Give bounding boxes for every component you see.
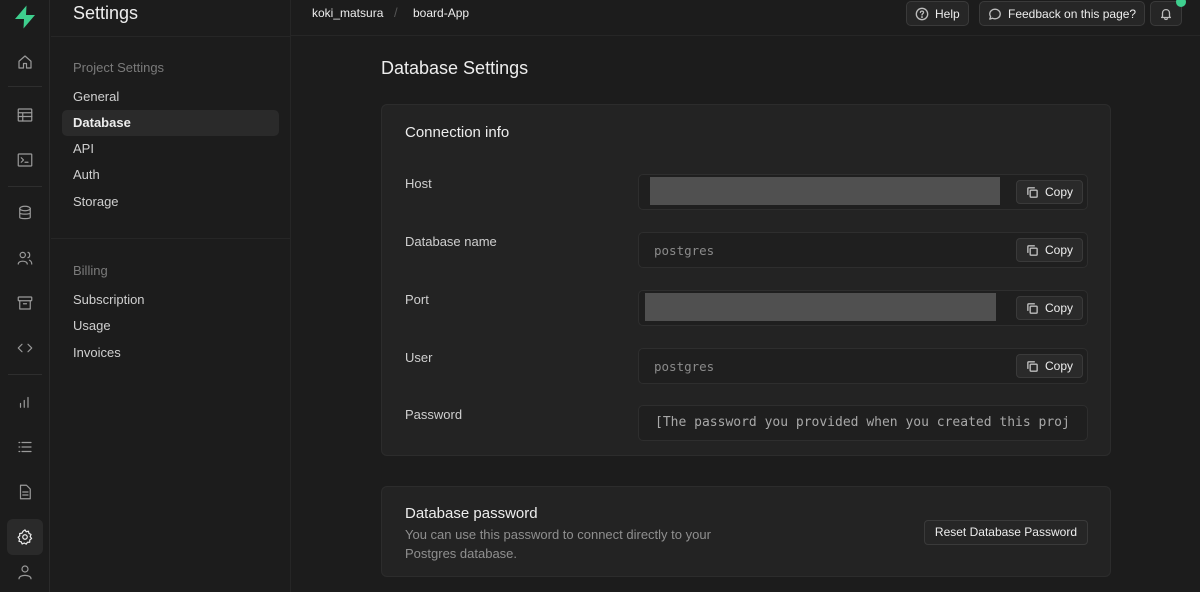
port-copy-button[interactable]: Copy (1015, 296, 1083, 320)
host-copy-button[interactable]: Copy (1015, 180, 1083, 204)
breadcrumb-separator: / (394, 5, 398, 20)
sidebar-item-subscription[interactable]: Subscription (62, 287, 279, 313)
home-icon[interactable] (7, 44, 43, 80)
copy-label: Copy (1044, 301, 1073, 315)
help-icon (915, 7, 929, 20)
copy-icon (1027, 302, 1038, 314)
copy-label: Copy (1044, 243, 1073, 257)
port-field[interactable]: Copy (638, 290, 1088, 326)
user-value: postgres (654, 359, 715, 374)
reset-database-password-button[interactable]: Reset Database Password (923, 520, 1088, 545)
sidebar-group-divider (51, 238, 291, 239)
top-bar: koki_matsura / board-App Help Feedback o… (291, 0, 1200, 36)
sidebar-item-invoices[interactable]: Invoices (62, 340, 279, 366)
notifications-button[interactable] (1150, 0, 1186, 26)
group-label-project-settings: Project Settings (73, 60, 165, 75)
password-label: Password (405, 407, 463, 422)
sidebar-title-divider (51, 36, 291, 37)
icon-rail (0, 0, 50, 592)
sidebar-item-auth[interactable]: Auth (62, 162, 279, 188)
database-name-field[interactable]: postgres Copy (638, 232, 1088, 268)
database-password-title: Database password (405, 505, 538, 522)
user-copy-button[interactable]: Copy (1015, 354, 1083, 378)
settings-icon[interactable] (7, 519, 43, 555)
page-title: Database Settings (381, 58, 529, 78)
password-value: [The password you provided when you crea… (655, 415, 1070, 430)
database-icon[interactable] (7, 195, 43, 231)
users-icon[interactable] (7, 240, 43, 276)
database-name-label: Database name (405, 234, 497, 249)
copy-label: Copy (1044, 359, 1073, 373)
database-name-copy-button[interactable]: Copy (1015, 238, 1083, 262)
database-password-description: You can use this password to connect dir… (405, 527, 711, 561)
database-password-card: Database password You can use this passw… (381, 486, 1111, 577)
user-label: User (405, 350, 433, 365)
host-field[interactable]: Copy (638, 174, 1088, 210)
rail-divider (8, 86, 42, 87)
table-editor-icon[interactable] (7, 97, 43, 133)
sql-editor-icon[interactable] (7, 142, 43, 178)
logs-icon[interactable] (7, 429, 43, 465)
connection-info-title: Connection info (405, 124, 510, 141)
sidebar-item-api[interactable]: API (62, 136, 279, 162)
copy-icon (1027, 360, 1038, 372)
reports-icon[interactable] (7, 384, 43, 420)
host-value-redacted (650, 177, 1000, 205)
sidebar-item-usage[interactable]: Usage (62, 313, 279, 339)
breadcrumb-org[interactable]: koki_matsura (312, 6, 383, 20)
port-value-redacted (645, 293, 996, 321)
chat-bubble-icon (989, 8, 1001, 20)
user-field[interactable]: postgres Copy (638, 348, 1088, 384)
bell-icon (1160, 8, 1172, 20)
storage-icon[interactable] (7, 285, 43, 321)
sidebar-title: Settings (73, 3, 139, 23)
api-code-icon[interactable] (7, 330, 43, 366)
docs-icon[interactable] (7, 474, 43, 510)
database-name-value: postgres (654, 243, 715, 258)
help-button[interactable]: Help (906, 1, 969, 26)
host-label: Host (405, 176, 432, 191)
sidebar-item-storage[interactable]: Storage (62, 189, 279, 215)
settings-sidebar: Settings Project Settings General Databa… (51, 0, 291, 592)
account-icon[interactable] (7, 554, 43, 590)
supabase-bolt-icon[interactable] (12, 4, 38, 30)
password-field[interactable]: [The password you provided when you crea… (638, 405, 1088, 441)
rail-divider (8, 374, 42, 375)
rail-divider (8, 186, 42, 187)
sidebar-item-general[interactable]: General (62, 84, 279, 110)
copy-icon (1027, 244, 1038, 256)
copy-label: Copy (1044, 185, 1073, 199)
breadcrumb-project[interactable]: board-App (413, 6, 469, 20)
notification-dot (1176, 0, 1186, 7)
copy-icon (1027, 186, 1038, 198)
group-label-billing: Billing (73, 263, 108, 278)
help-label: Help (935, 6, 960, 21)
connection-info-card: Connection info Host Copy Database name … (381, 104, 1111, 456)
sidebar-item-database[interactable]: Database (62, 110, 279, 136)
feedback-label: Feedback on this page? (1008, 6, 1137, 21)
feedback-button[interactable]: Feedback on this page? (979, 1, 1146, 26)
port-label: Port (405, 292, 429, 307)
